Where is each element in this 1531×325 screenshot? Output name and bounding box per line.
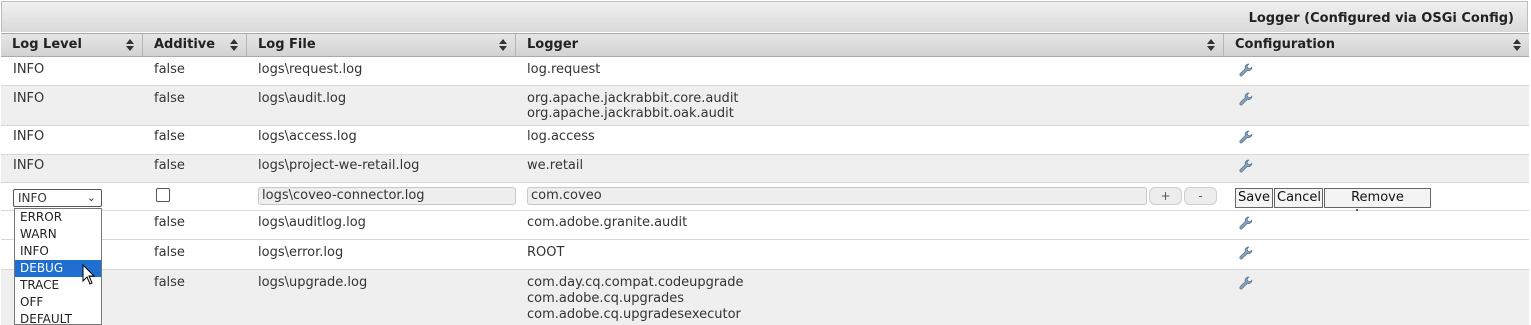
log-level-cell: INFO (13, 62, 45, 77)
table-row: false logs\auditlog.log com.adobe.granit… (1, 211, 1529, 240)
logger-cell: com.adobe.cq.upgradesexecutor (527, 307, 741, 322)
logger-cell: log.access (527, 129, 595, 144)
column-header-log-file[interactable]: Log File (247, 34, 516, 56)
additive-cell: false (154, 62, 185, 77)
log-level-option[interactable]: ERROR (15, 209, 101, 226)
logger-cell: com.adobe.granite.audit (527, 215, 688, 230)
save-button[interactable]: Save (1235, 188, 1273, 208)
column-header-label: Configuration (1235, 37, 1335, 52)
column-header-configuration[interactable]: Configuration (1224, 34, 1529, 56)
column-header-label: Logger (527, 37, 579, 52)
log-file-cell: logs\error.log (258, 245, 344, 260)
additive-cell: false (154, 245, 185, 260)
logger-cell: ROOT (527, 245, 565, 260)
wrench-icon[interactable] (1239, 130, 1253, 144)
log-level-cell: INFO (13, 129, 45, 144)
log-file-cell: logs\request.log (258, 62, 363, 77)
log-level-cell: INFO (13, 158, 45, 173)
log-file-cell: logs\access.log (258, 129, 357, 144)
additive-cell: false (154, 158, 185, 173)
table-row: false logs\error.log ROOT (1, 240, 1529, 270)
wrench-icon[interactable] (1239, 63, 1253, 77)
panel-title-bar: Logger (Configured via OSGi Config) (1, 1, 1528, 32)
additive-cell: false (154, 91, 185, 106)
log-file-cell: logs\upgrade.log (258, 275, 368, 290)
column-header-logger[interactable]: Logger (516, 34, 1224, 56)
column-header-label: Log Level (12, 37, 82, 52)
column-header-label: Log File (258, 37, 316, 52)
cancel-button[interactable]: Cancel (1274, 188, 1323, 208)
log-file-cell: logs\auditlog.log (258, 215, 366, 230)
remove-logger-field-button[interactable]: - (1184, 187, 1217, 205)
add-logger-button[interactable]: + (1149, 187, 1182, 205)
log-file-cell: logs\project-we-retail.log (258, 158, 420, 173)
log-level-select[interactable]: INFO ⌄ (13, 189, 102, 207)
log-level-option[interactable]: INFO (15, 243, 101, 260)
chevron-down-icon: ⌄ (86, 191, 96, 204)
logger-input[interactable]: com.coveo (527, 187, 1147, 205)
panel-title: Logger (Configured via OSGi Config) (1248, 11, 1514, 26)
log-level-option[interactable]: DEFAULT (15, 311, 101, 324)
table-row: false logs\upgrade.log com.day.cq.compat… (1, 270, 1529, 325)
logger-cell: log.request (527, 62, 601, 77)
table-row: INFO false logs\project-we-retail.log we… (1, 155, 1529, 183)
logger-cell: org.apache.jackrabbit.oak.audit (527, 106, 734, 121)
table-header: Log Level Additive Log File Logger Confi… (1, 33, 1529, 57)
column-header-label: Additive (154, 37, 216, 52)
wrench-icon[interactable] (1239, 92, 1253, 106)
additive-cell: false (154, 215, 185, 230)
wrench-icon[interactable] (1239, 159, 1253, 173)
table-row: INFO false logs\audit.log org.apache.jac… (1, 86, 1529, 126)
table-row: INFO false logs\request.log log.request (1, 57, 1529, 86)
additive-checkbox[interactable] (156, 188, 170, 202)
mouse-cursor-icon (82, 264, 96, 285)
logger-edit-row: INFO ⌄ logs\coveo-connector.log com.cove… (1, 183, 1529, 223)
log-level-option[interactable]: OFF (15, 294, 101, 311)
wrench-icon[interactable] (1239, 246, 1253, 260)
logger-cell: org.apache.jackrabbit.core.audit (527, 91, 739, 106)
column-header-log-level[interactable]: Log Level (1, 34, 143, 56)
wrench-icon[interactable] (1239, 216, 1253, 230)
log-file-input[interactable]: logs\coveo-connector.log (258, 187, 516, 205)
additive-cell: false (154, 129, 185, 144)
logger-cell: com.day.cq.compat.codeupgrade (527, 275, 744, 290)
table-row: INFO false logs\access.log log.access (1, 126, 1529, 155)
logger-cell: com.adobe.cq.upgrades (527, 291, 685, 306)
log-level-select-value: INFO (18, 191, 47, 205)
wrench-icon[interactable] (1239, 276, 1253, 290)
log-file-cell: logs\audit.log (258, 91, 347, 106)
remove-logger-button[interactable]: Remove Logger (1324, 188, 1431, 223)
log-level-option[interactable]: WARN (15, 226, 101, 243)
logger-cell: we.retail (527, 158, 584, 173)
column-header-additive[interactable]: Additive (143, 34, 247, 56)
log-level-cell: INFO (13, 91, 45, 106)
additive-cell: false (154, 275, 185, 290)
